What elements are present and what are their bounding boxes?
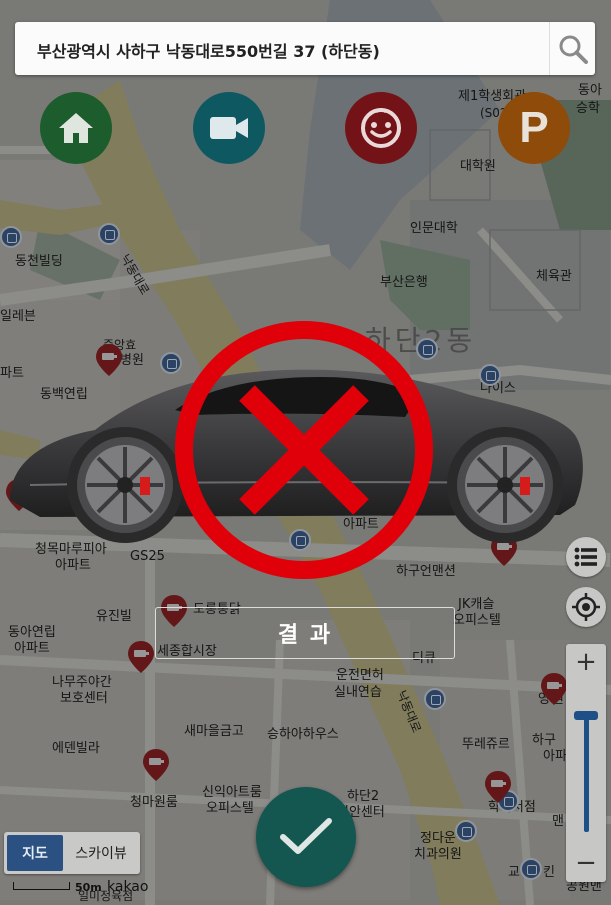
parking-button[interactable]: P xyxy=(498,92,570,164)
crosshair-icon xyxy=(572,593,600,621)
zoom-track[interactable] xyxy=(584,714,589,832)
forbidden-sign-icon xyxy=(175,321,433,579)
result-box: 결 과 xyxy=(155,607,455,659)
parking-label: P xyxy=(519,103,549,152)
search-bar[interactable]: 부산광역시 사하구 낙동대로550번길 37 (하단동) xyxy=(15,22,595,75)
video-camera-icon xyxy=(210,117,248,139)
confirm-button[interactable] xyxy=(256,787,356,887)
list-button[interactable] xyxy=(566,537,606,577)
scale-label: 50m xyxy=(75,881,102,894)
home-icon xyxy=(59,113,93,143)
zoom-slider-handle[interactable] xyxy=(574,711,598,720)
map-type-map-button[interactable]: 지도 xyxy=(7,835,63,871)
map-type-toggle: 지도 스카이뷰 xyxy=(4,832,140,874)
child-face-icon xyxy=(361,108,401,148)
map-type-skyview-button[interactable]: 스카이뷰 xyxy=(66,835,136,871)
kakao-logo: kakao xyxy=(107,879,149,895)
scale-bar xyxy=(13,882,70,890)
result-label: 결 과 xyxy=(277,623,333,648)
list-icon xyxy=(574,547,597,567)
child-button[interactable] xyxy=(345,92,417,164)
video-button[interactable] xyxy=(193,92,265,164)
home-button[interactable] xyxy=(40,92,112,164)
zoom-out-button[interactable]: − xyxy=(566,846,606,882)
current-location-button[interactable] xyxy=(566,587,606,627)
search-button[interactable] xyxy=(549,22,595,75)
zoom-control: + − xyxy=(566,644,606,882)
search-icon xyxy=(559,35,588,64)
address-text: 부산광역시 사하구 낙동대로550번길 37 (하단동) xyxy=(37,42,380,61)
check-icon xyxy=(280,818,332,854)
zoom-in-button[interactable]: + xyxy=(566,644,606,680)
